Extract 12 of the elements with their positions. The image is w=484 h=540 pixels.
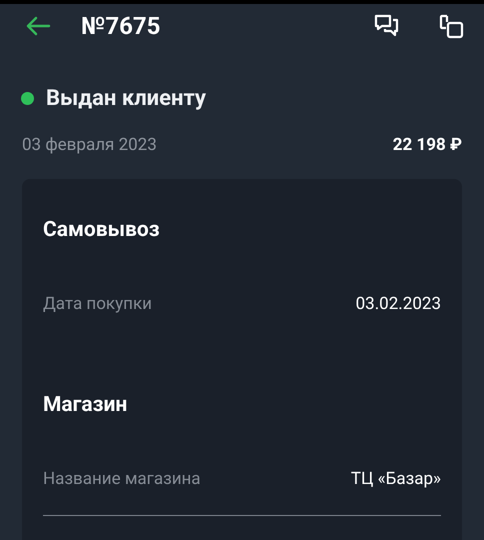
field-label: Дата покупки (43, 293, 152, 316)
back-arrow-icon (25, 16, 51, 36)
order-status: Выдан клиенту (46, 85, 206, 113)
order-date: 03 февраля 2023 (22, 134, 157, 157)
order-total: 22 198 ₽ (392, 134, 462, 157)
order-number: №7675 (81, 11, 160, 42)
section-title: Магазин (43, 392, 128, 418)
field-label: Название магазина (43, 468, 201, 491)
field-value: 03.02.2023 (356, 293, 441, 316)
field-value: ТЦ «Базар» (350, 468, 441, 491)
section-title: Самовывоз (43, 216, 161, 244)
copy-icon (437, 12, 465, 40)
